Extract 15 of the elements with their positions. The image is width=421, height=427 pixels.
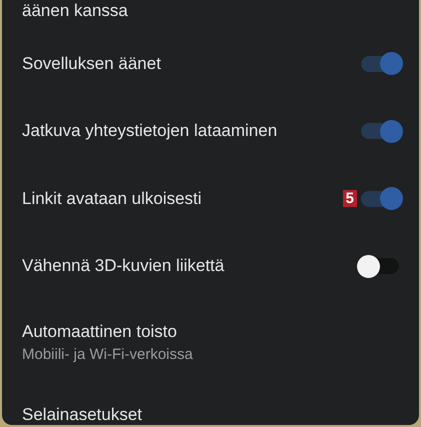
setting-label: Jatkuva yhteystietojen lataaminen	[22, 121, 278, 142]
setting-row[interactable]: Jatkuva yhteystietojen lataaminen	[22, 97, 399, 165]
setting-label: Automaattinen toisto	[22, 322, 178, 342]
setting-label: Selainasetukset	[22, 404, 144, 425]
setting-row[interactable]: Automaattinen toisto Mobiili- ja Wi-Fi-verkoissa	[22, 300, 399, 381]
setting-row[interactable]: Linkit avataan ulkoisesti 5	[22, 164, 399, 232]
setting-row[interactable]: Sovelluksen äänet	[22, 30, 399, 98]
number-badge: 5	[342, 190, 357, 208]
setting-label: Vähennä 3D-kuvien liikettä	[22, 256, 224, 276]
setting-row[interactable]: Vähennä 3D-kuvien liikettä	[22, 232, 399, 300]
setting-subtitle: Mobiili- ja Wi-Fi-verkoissa	[22, 346, 194, 363]
setting-row[interactable]: Selainasetukset	[22, 380, 399, 425]
setting-label: Linkit avataan ulkoisesti	[22, 188, 202, 209]
setting-label: Sovelluksen äänet	[22, 54, 161, 74]
setting-description: äänen kanssa	[22, 1, 128, 21]
